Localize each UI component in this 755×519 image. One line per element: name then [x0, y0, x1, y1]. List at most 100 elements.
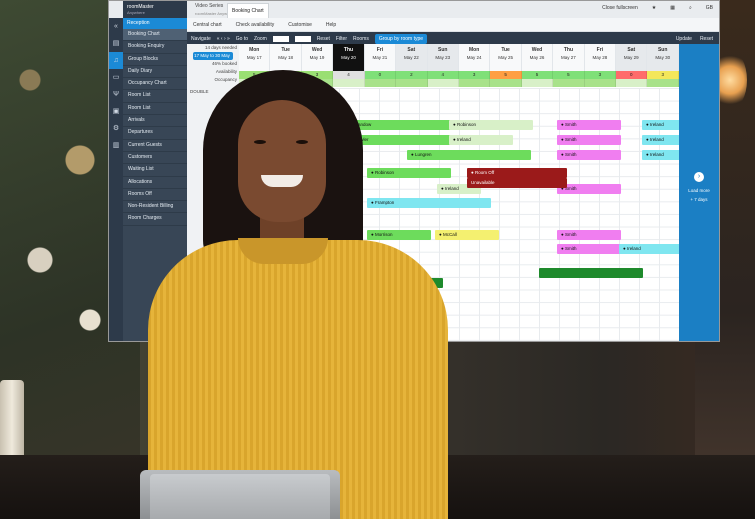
- date-label: May 30: [655, 55, 671, 60]
- tab-booking-chart[interactable]: Booking Chart: [227, 3, 269, 18]
- grid-icon[interactable]: ▦: [670, 5, 675, 11]
- menu-item-group-blocks[interactable]: Group Blocks: [123, 54, 187, 66]
- date-column-header[interactable]: Tue May 25: [490, 44, 522, 71]
- date-column-header[interactable]: Sat May 29: [616, 44, 648, 71]
- date-column-header[interactable]: Thu May 27: [553, 44, 585, 71]
- booking-block[interactable]: ● Smith: [557, 244, 621, 254]
- search-icon[interactable]: ⌕: [689, 5, 692, 11]
- briefcase-icon[interactable]: ▣: [109, 103, 123, 120]
- booking-block[interactable]: ● Room Off: [467, 168, 567, 178]
- rooms-dropdown[interactable]: Rooms: [353, 36, 369, 42]
- date-header: Mon May 17 Tue May 18 Wed May 19 Thu May 20 Fri M…: [239, 44, 679, 71]
- calendar-icon[interactable]: ▤: [109, 35, 123, 52]
- navigate-label: Navigate: [191, 35, 211, 42]
- central-chart-button[interactable]: Central chart: [193, 22, 222, 28]
- date-range-pill[interactable]: 17 May to 30 May: [193, 52, 233, 60]
- weekday-label: Sun: [438, 47, 448, 53]
- weekday-label: Mon: [469, 47, 480, 53]
- help-button[interactable]: Help: [326, 22, 336, 28]
- group-by-room-type-button[interactable]: Group by room type: [374, 33, 428, 44]
- menu-item-booking-enquiry[interactable]: Booking Enquiry: [123, 41, 187, 54]
- booking-block[interactable]: ● Smith: [557, 150, 621, 160]
- availability-cell: 5: [490, 71, 522, 79]
- date-column-header[interactable]: Mon May 24: [458, 44, 491, 71]
- booking-block[interactable]: ● Ireland: [619, 244, 683, 254]
- date-column-header[interactable]: Sun May 30: [647, 44, 679, 71]
- zoom-label: Zoom: [254, 35, 267, 42]
- date-label: May 21: [372, 55, 388, 60]
- date-column-header[interactable]: Mon May 17: [239, 44, 271, 71]
- goto-button[interactable]: Go to: [236, 36, 248, 42]
- toolbar-right: Update Reset: [676, 36, 713, 42]
- date-label: May 29: [623, 55, 639, 60]
- date-column-header[interactable]: Sun May 23: [427, 44, 459, 71]
- date-column-header[interactable]: Sat May 22: [396, 44, 428, 71]
- bell-icon[interactable]: ♫: [109, 52, 123, 69]
- unavailable-block[interactable]: Unavailable: [467, 178, 567, 188]
- menu-header[interactable]: Reception: [123, 18, 187, 29]
- load-more-days: + 7 days: [690, 197, 708, 202]
- weekday-label: Fri: [376, 47, 384, 53]
- booked-percent: 46% booked: [211, 61, 237, 66]
- date-column-header[interactable]: Thu May 20: [333, 44, 365, 71]
- check-availability-button[interactable]: Check availability: [236, 22, 275, 28]
- left-eye: [254, 140, 266, 144]
- zoom-select[interactable]: [294, 35, 311, 42]
- face: [238, 100, 326, 222]
- customise-button[interactable]: Customise: [288, 22, 312, 28]
- weekday-label: Fri: [596, 47, 604, 53]
- occupied-block[interactable]: [539, 268, 643, 278]
- update-button[interactable]: Update: [676, 36, 692, 42]
- weekday-label: Sat: [627, 47, 636, 53]
- action-buttons: Central chart Check availability Customi…: [187, 18, 719, 32]
- weekday-label: Wed: [311, 47, 323, 53]
- chart-icon[interactable]: ▥: [109, 137, 123, 154]
- date-label: May 28: [592, 55, 608, 60]
- weekday-label: Tue: [281, 47, 290, 53]
- bed-icon[interactable]: ▭: [109, 69, 123, 86]
- availability-cell: 3: [584, 71, 617, 79]
- date-column-header[interactable]: Wed May 19: [301, 44, 334, 71]
- star-icon[interactable]: ★: [652, 5, 656, 11]
- occupancy-cell: [616, 79, 648, 87]
- date-column-header[interactable]: Fri May 21: [364, 44, 397, 71]
- availability-cell: 0: [616, 71, 648, 79]
- booking-block[interactable]: ● Robinson: [449, 120, 533, 130]
- gear-icon[interactable]: ⚙: [109, 120, 123, 137]
- right-eye: [296, 140, 308, 144]
- load-more-panel[interactable]: › Load more + 7 days: [679, 44, 719, 341]
- date-label: May 17: [246, 55, 262, 60]
- weekday-label: Thu: [343, 47, 354, 53]
- reset-button[interactable]: Reset: [317, 36, 330, 42]
- date-column-header[interactable]: Fri May 28: [584, 44, 617, 71]
- occupancy-cell: [584, 79, 617, 87]
- booking-block[interactable]: ● Smith: [557, 120, 621, 130]
- user-avatar[interactable]: GB: [706, 5, 713, 11]
- close-fullscreen-button[interactable]: Close fullscreen: [602, 5, 638, 11]
- availability-cell: 3: [647, 71, 679, 79]
- menu-item-booking-chart[interactable]: Booking Chart: [123, 29, 187, 42]
- availability-cell: 5: [521, 71, 554, 79]
- zoom-input[interactable]: [272, 35, 289, 42]
- date-column-header[interactable]: Tue May 18: [270, 44, 302, 71]
- booking-block[interactable]: ● Smith: [557, 135, 621, 145]
- window-topbar: Video Series roomMaster Anywhere Booking…: [109, 1, 719, 19]
- date-label: May 26: [529, 55, 545, 60]
- woman-in-yellow-sweater: [148, 70, 448, 519]
- weekday-label: Sat: [407, 47, 416, 53]
- occupancy-cell: [647, 79, 679, 87]
- brand-bar: roomMaster Anywhere: [123, 1, 187, 18]
- weekday-label: Sun: [657, 47, 668, 53]
- date-column-header[interactable]: Wed May 26: [521, 44, 554, 71]
- nav-arrows-icon[interactable]: « ‹ › »: [217, 36, 230, 42]
- date-label: May 25: [498, 55, 513, 60]
- booking-block[interactable]: ● Ireland: [449, 135, 513, 145]
- restaurant-icon[interactable]: Ψ: [109, 86, 123, 103]
- laptop-lid: [150, 474, 330, 519]
- collapse-icon[interactable]: «: [109, 18, 123, 35]
- chevron-right-icon[interactable]: ›: [694, 172, 704, 182]
- booking-block[interactable]: ● Smith: [557, 230, 621, 240]
- date-label: May 23: [435, 55, 451, 60]
- reset-right-button[interactable]: Reset: [700, 36, 713, 42]
- background-scene: Video Series roomMaster Anywhere Booking…: [0, 0, 755, 519]
